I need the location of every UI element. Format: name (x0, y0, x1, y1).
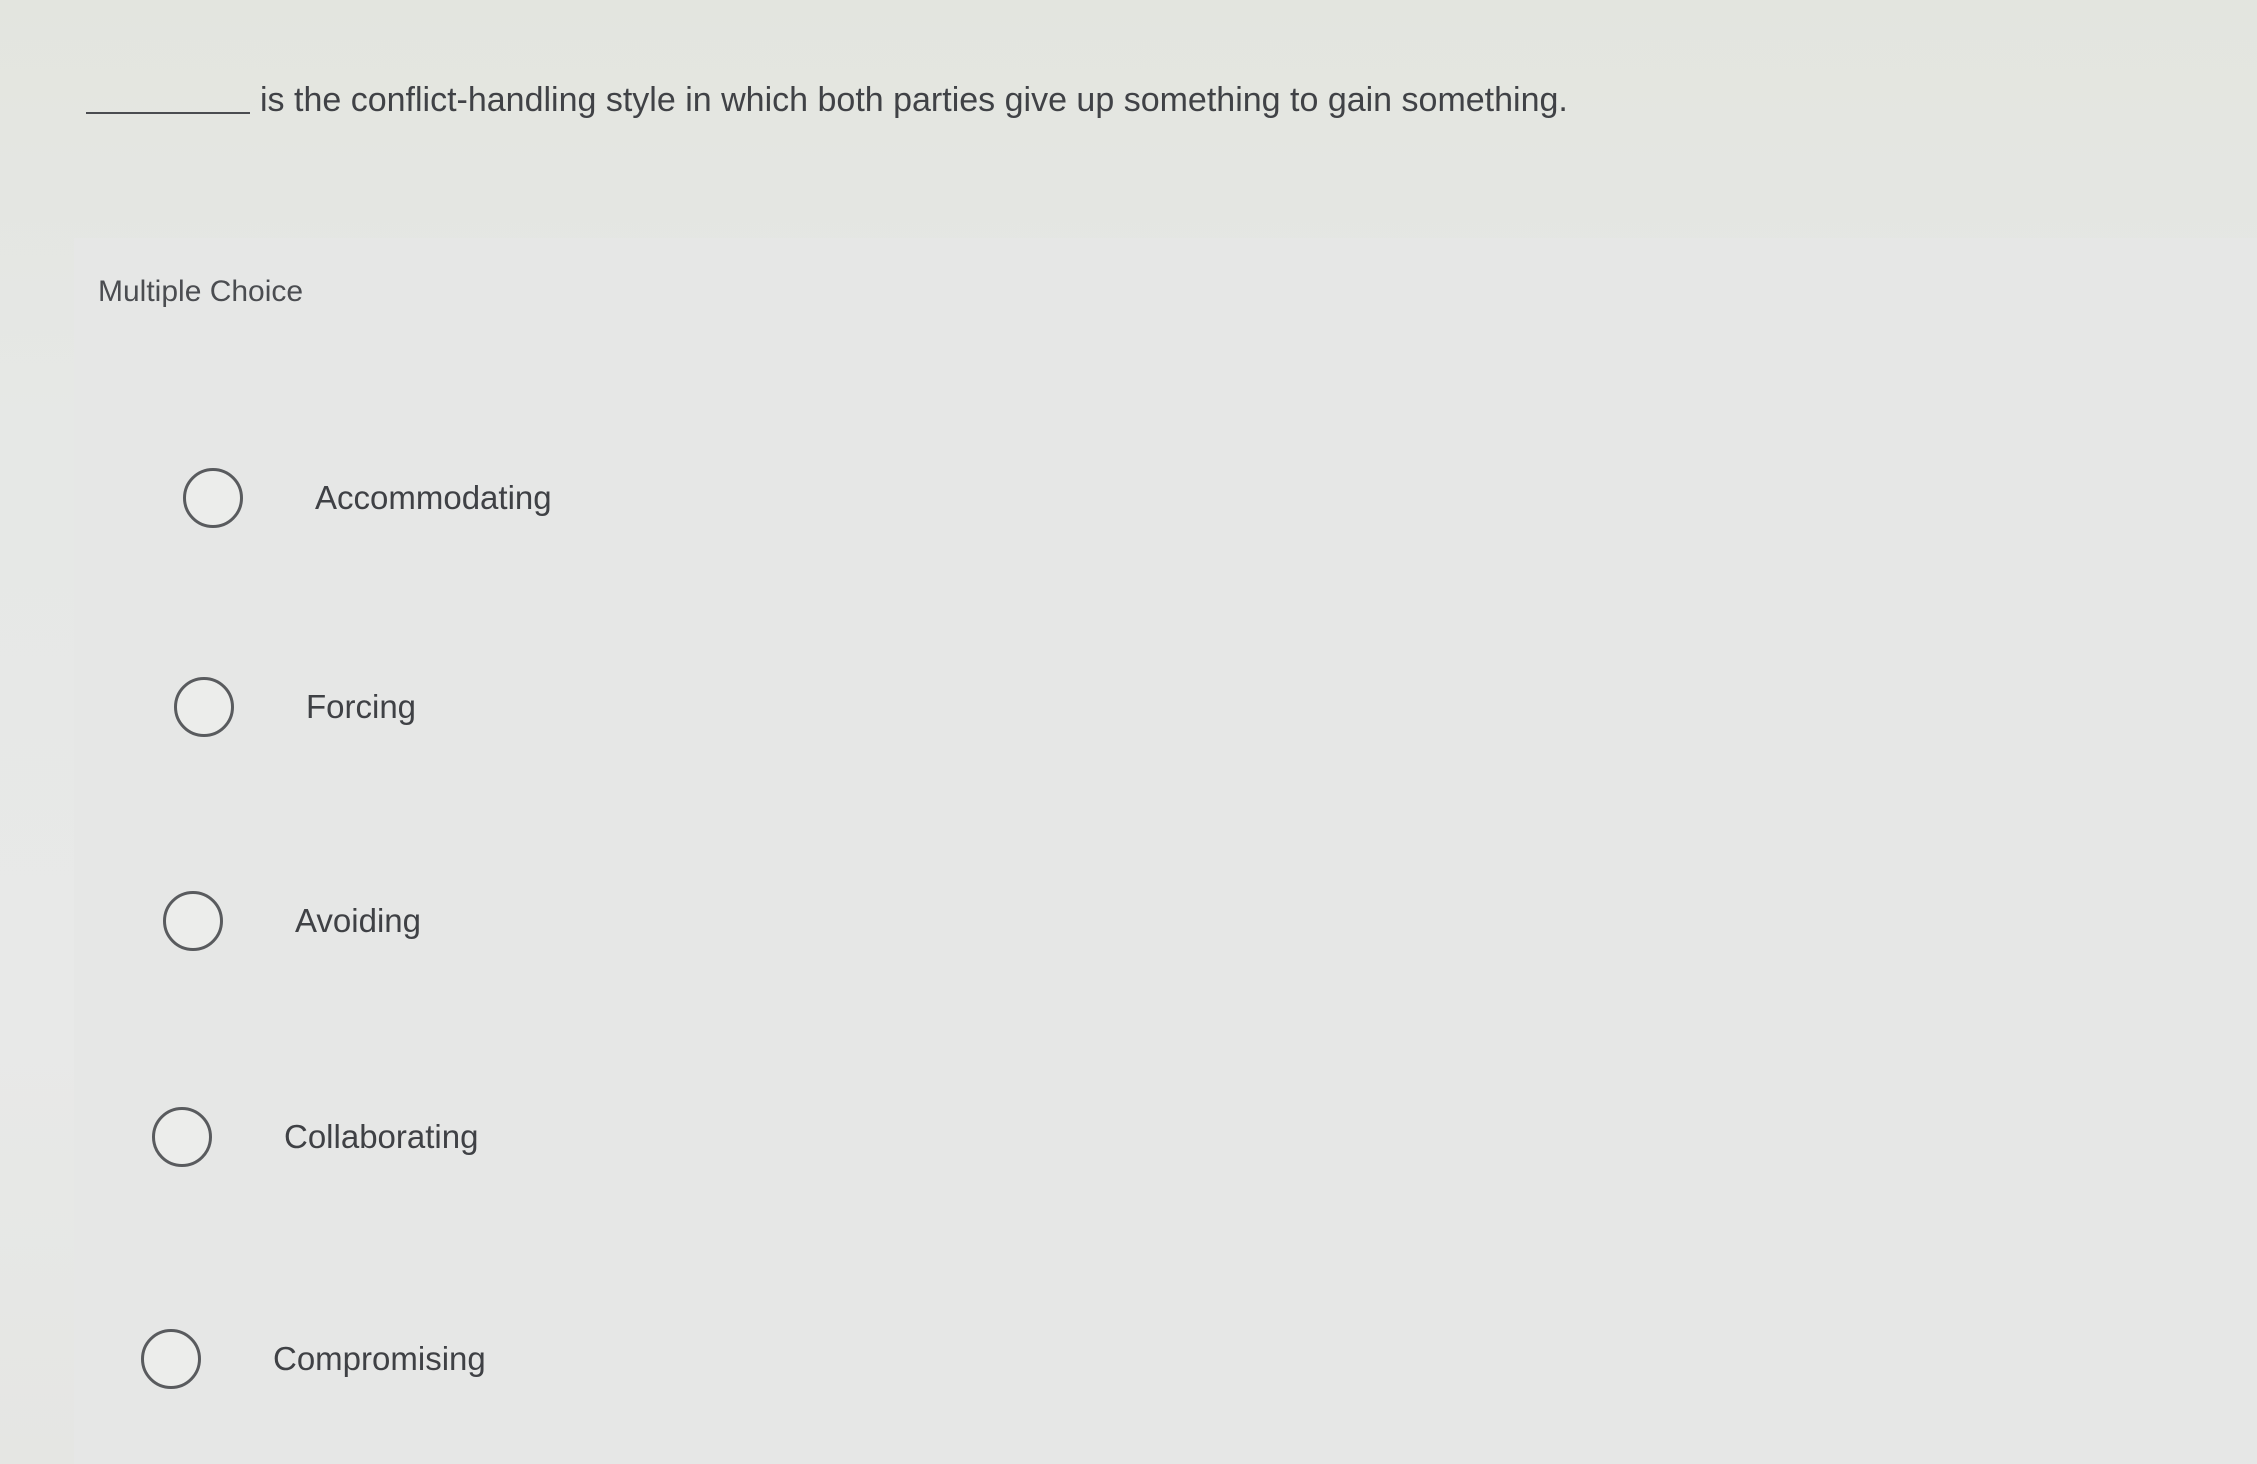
radio-button[interactable] (152, 1107, 212, 1167)
radio-button[interactable] (163, 891, 223, 951)
option-accommodating[interactable]: Accommodating (183, 458, 552, 538)
option-label: Accommodating (315, 479, 552, 516)
option-avoiding[interactable]: Avoiding (163, 881, 421, 961)
radio-button[interactable] (174, 677, 234, 737)
option-label: Forcing (306, 688, 417, 725)
radio-button[interactable] (183, 468, 243, 528)
option-forcing[interactable]: Forcing (174, 667, 416, 747)
quiz-page: is the conflict-handling style in which … (0, 0, 2257, 1464)
radio-button[interactable] (141, 1329, 201, 1389)
option-collaborating[interactable]: Collaborating (152, 1097, 478, 1177)
option-label: Collaborating (284, 1118, 479, 1155)
answer-options: Accommodating Forcing Avoiding Collabora… (0, 0, 2257, 1464)
option-label: Compromising (273, 1340, 486, 1377)
option-label: Avoiding (295, 902, 421, 939)
option-compromising[interactable]: Compromising (141, 1319, 486, 1399)
